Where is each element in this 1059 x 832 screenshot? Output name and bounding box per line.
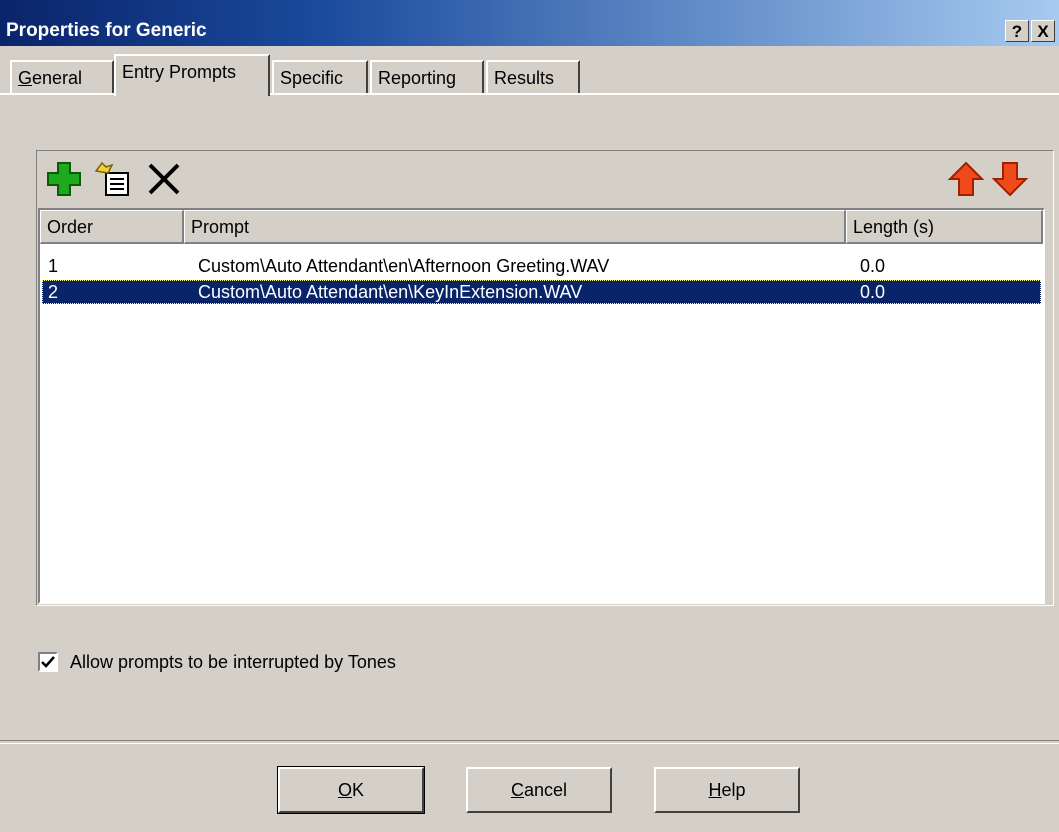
row-order: 1: [48, 256, 59, 276]
row-prompt: Custom\Auto Attendant\en\Afternoon Greet…: [198, 256, 610, 276]
tab-specific-label: Specific: [280, 68, 344, 88]
move-up-icon[interactable]: [946, 159, 986, 199]
prompts-list[interactable]: Order Prompt Length (s) 1 Custom\Auto At…: [38, 208, 1045, 604]
tab-reporting-label: Reporting: [378, 68, 457, 88]
column-length[interactable]: Length (s): [846, 210, 1043, 244]
interrupt-checkbox[interactable]: [38, 652, 58, 672]
row-prompt: Custom\Auto Attendant\en\KeyInExtension.…: [198, 282, 583, 302]
cancel-label: ancel: [523, 780, 568, 800]
tab-specific[interactable]: Specific: [272, 60, 368, 94]
footer-separator: [0, 740, 1059, 744]
cancel-button[interactable]: Cancel: [466, 767, 612, 813]
help-accel: H: [708, 780, 722, 800]
close-title-button[interactable]: X: [1031, 20, 1055, 42]
help-title-button[interactable]: ?: [1005, 20, 1029, 42]
cancel-accel: C: [510, 780, 524, 800]
column-prompt[interactable]: Prompt: [184, 210, 846, 244]
ok-accel: O: [337, 780, 352, 800]
tab-entry-prompts[interactable]: Entry Prompts: [114, 54, 270, 96]
help-label: elp: [721, 780, 746, 800]
delete-icon[interactable]: [144, 159, 184, 199]
tab-results-label: Results: [494, 68, 555, 88]
tab-general[interactable]: General: [10, 60, 114, 94]
prompts-toolbar: [40, 155, 1054, 205]
ok-label: K: [352, 780, 365, 800]
table-row-selected[interactable]: 2 Custom\Auto Attendant\en\KeyInExtensio…: [42, 280, 1041, 304]
add-icon[interactable]: [44, 159, 84, 199]
interrupt-label: Allow prompts to be interrupted by Tones: [70, 652, 396, 672]
tab-strip: General Entry Prompts Specific Reporting…: [0, 54, 1059, 96]
title-bar: Properties for Generic ? X: [0, 0, 1059, 46]
tab-results[interactable]: Results: [486, 60, 580, 94]
list-header: Order Prompt Length (s): [40, 210, 1043, 244]
row-order: 2: [48, 282, 59, 302]
tab-general-label: eneral: [32, 68, 83, 88]
row-length: 0.0: [860, 256, 886, 276]
window-title: Properties for Generic: [6, 20, 207, 41]
table-row[interactable]: 1 Custom\Auto Attendant\en\Afternoon Gre…: [42, 254, 1041, 278]
tab-reporting[interactable]: Reporting: [370, 60, 484, 94]
move-down-icon[interactable]: [990, 159, 1030, 199]
help-button[interactable]: Help: [654, 767, 800, 813]
tab-general-accel: G: [18, 68, 33, 88]
column-order[interactable]: Order: [40, 210, 184, 244]
edit-prompt-icon[interactable]: [92, 159, 132, 199]
tab-entry-prompts-label: Entry Prompts: [122, 62, 237, 82]
check-mark-icon: [41, 656, 55, 668]
row-length: 0.0: [860, 282, 886, 302]
ok-button[interactable]: OK: [277, 766, 425, 814]
